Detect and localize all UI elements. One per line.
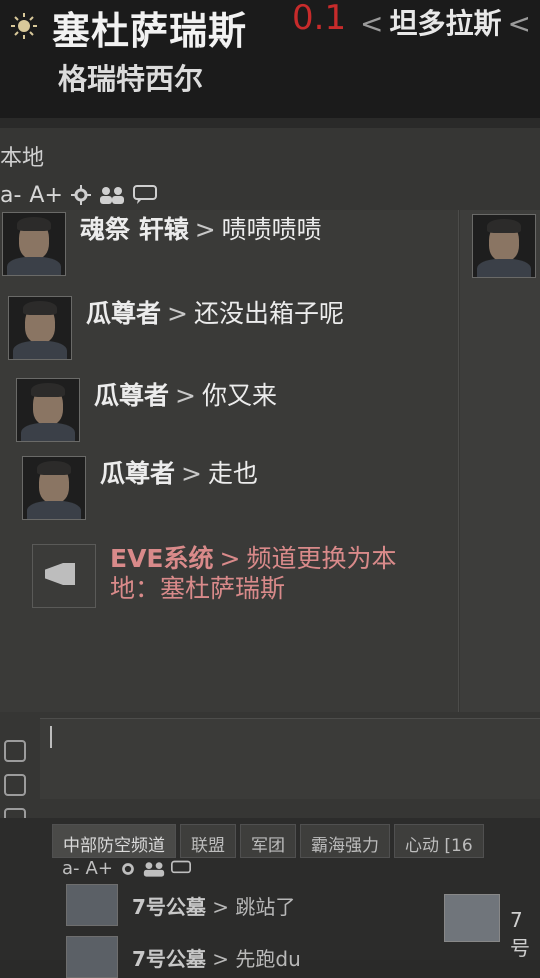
pilot-avatar[interactable] (8, 296, 72, 360)
system-info-header: 塞杜萨瑞斯 0.1 < 坦多拉斯 < 格瑞特西尔 (0, 0, 540, 118)
chat-message: 瓜尊者 > 走也 (22, 456, 258, 520)
chat-input[interactable] (40, 718, 540, 799)
clock-icon[interactable] (4, 740, 26, 762)
members-icon[interactable] (143, 860, 165, 878)
message-sender[interactable]: 魂祭 轩辕 (80, 215, 189, 244)
chat-window-title: 本地 (0, 146, 45, 171)
member-avatar[interactable] (444, 894, 500, 942)
system-text-line1: 频道更换为本 (246, 544, 397, 573)
tab-channel[interactable]: 中部防空频道 (52, 824, 176, 858)
chat-tabs: 中部防空频道 联盟 军团 霸海强力 心动 [16 (52, 824, 484, 858)
message-list[interactable]: 魂祭 轩辕 > 啧啧啧啧 瓜尊者 > 还没出箱子呢 瓜尊者 > 你又来 瓜尊者 > 走也 EVE… (0, 210, 459, 712)
megaphone-icon (32, 544, 96, 608)
pilot-avatar[interactable] (66, 936, 118, 978)
chat-message: 7号公墓 > 先跑du (66, 936, 301, 978)
system-message: EVE系统 > 频道更换为本 地：塞杜萨瑞斯 (32, 544, 396, 608)
security-status: 0.1 (292, 0, 347, 38)
route-next-system[interactable]: < 坦多拉斯 < (360, 2, 531, 42)
chat-message: 瓜尊者 > 你又来 (16, 378, 277, 442)
message-separator: > (175, 381, 196, 410)
route-prev-chevron: < (360, 7, 384, 40)
pilot-avatar[interactable] (2, 212, 66, 276)
chat-message: 魂祭 轩辕 > 啧啧啧啧 (2, 212, 322, 276)
tab-channel[interactable]: 联盟 (180, 824, 236, 858)
message-text: 你又来 (201, 381, 277, 410)
text-caret (50, 726, 52, 748)
chat-message: 瓜尊者 > 还没出箱子呢 (8, 296, 344, 360)
local-chat-window: 本地 a- A+ 魂祭 轩辕 > 啧啧啧啧 瓜尊者 > 还没出箱子呢 瓜尊者 > 你又来 (0, 128, 540, 864)
tab-channel[interactable]: 军团 (240, 824, 296, 858)
tab-channel[interactable]: 心动 [16 (394, 824, 484, 858)
message-sender[interactable]: 7号公墓 (132, 947, 206, 971)
message-sender[interactable]: 瓜尊者 (86, 299, 161, 328)
pilot-avatar[interactable] (22, 456, 86, 520)
message-separator: > (181, 459, 202, 488)
message-text: 跳站了 (235, 894, 296, 919)
settings-gear-icon[interactable] (70, 185, 91, 205)
font-decrease-button[interactable]: a- (0, 183, 21, 208)
solar-system-name[interactable]: 塞杜萨瑞斯 (52, 0, 247, 55)
inventory-icon[interactable] (4, 774, 26, 796)
system-text-line2: 地：塞杜萨瑞斯 (110, 574, 286, 603)
message-separator: > (167, 299, 188, 328)
pilot-avatar[interactable] (66, 884, 118, 926)
message-sender[interactable]: 瓜尊者 (100, 459, 175, 488)
message-text: 啧啧啧啧 (221, 215, 322, 244)
message-text: 走也 (207, 459, 258, 488)
chat-message: 7号公墓 > 跳站了 (66, 884, 295, 926)
font-increase-button[interactable]: A+ (86, 858, 113, 879)
tab-channel[interactable]: 霸海强力 (300, 824, 390, 858)
message-text: 先跑du (235, 946, 301, 971)
message-separator: > (194, 215, 216, 244)
settings-gear-icon[interactable] (119, 860, 137, 878)
route-next-chevron: < (507, 7, 531, 40)
secondary-chat-toolbar: a- A+ (62, 858, 191, 879)
speech-bubble-icon[interactable] (132, 185, 157, 205)
chat-toolbar: a- A+ (0, 180, 157, 210)
pilot-avatar[interactable] (16, 378, 80, 442)
message-separator: > (219, 544, 241, 573)
route-next-name[interactable]: 坦多拉斯 (389, 7, 501, 40)
region-name[interactable]: 格瑞特西尔 (58, 56, 203, 98)
speech-bubble-icon[interactable] (170, 860, 191, 878)
members-icon[interactable] (99, 185, 125, 205)
message-separator: > (212, 894, 230, 919)
member-list[interactable] (460, 210, 540, 712)
sun-icon (11, 13, 37, 39)
system-sender: EVE系统 (110, 544, 214, 573)
member-avatar[interactable] (472, 214, 536, 278)
font-decrease-button[interactable]: a- (62, 858, 80, 879)
font-increase-button[interactable]: A+ (29, 183, 62, 208)
member-name[interactable]: 7号 (510, 908, 540, 961)
message-text: 还没出箱子呢 (193, 299, 344, 328)
message-sender[interactable]: 瓜尊者 (94, 381, 169, 410)
message-sender[interactable]: 7号公墓 (132, 895, 206, 919)
secondary-chat-window: 中部防空频道 联盟 军团 霸海强力 心动 [16 a- A+ 7号公墓 > 跳站… (0, 818, 540, 978)
message-separator: > (212, 946, 230, 971)
